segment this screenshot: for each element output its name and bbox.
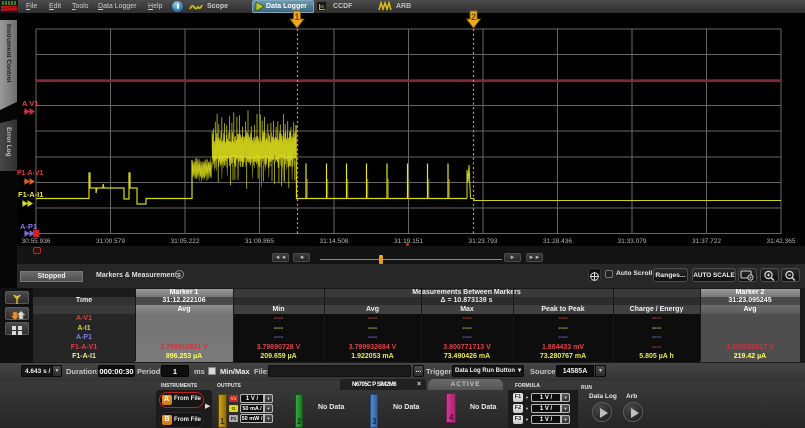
- svg-text:31:00.579: 31:00.579: [96, 238, 125, 245]
- svg-text:30:55.936: 30:55.936: [22, 238, 51, 245]
- svg-text:31:28.436: 31:28.436: [543, 238, 572, 245]
- svg-text:2: 2: [471, 12, 476, 22]
- svg-text:31:33.079: 31:33.079: [618, 238, 647, 245]
- svg-text:31:09.865: 31:09.865: [245, 238, 274, 245]
- svg-text:31:42.365: 31:42.365: [767, 238, 796, 245]
- svg-text:A-P1: A-P1: [20, 222, 37, 231]
- svg-text:31:05.222: 31:05.222: [171, 238, 200, 245]
- svg-text:31:37.722: 31:37.722: [692, 238, 721, 245]
- svg-text:31:14.508: 31:14.508: [320, 238, 349, 245]
- svg-text:F1-A-I1: F1-A-I1: [18, 190, 43, 199]
- svg-text:A V1: A V1: [22, 99, 38, 108]
- svg-text:31:23.793: 31:23.793: [469, 238, 498, 245]
- svg-text:F1-A-V1: F1-A-V1: [17, 170, 44, 177]
- svg-text:1: 1: [294, 12, 299, 22]
